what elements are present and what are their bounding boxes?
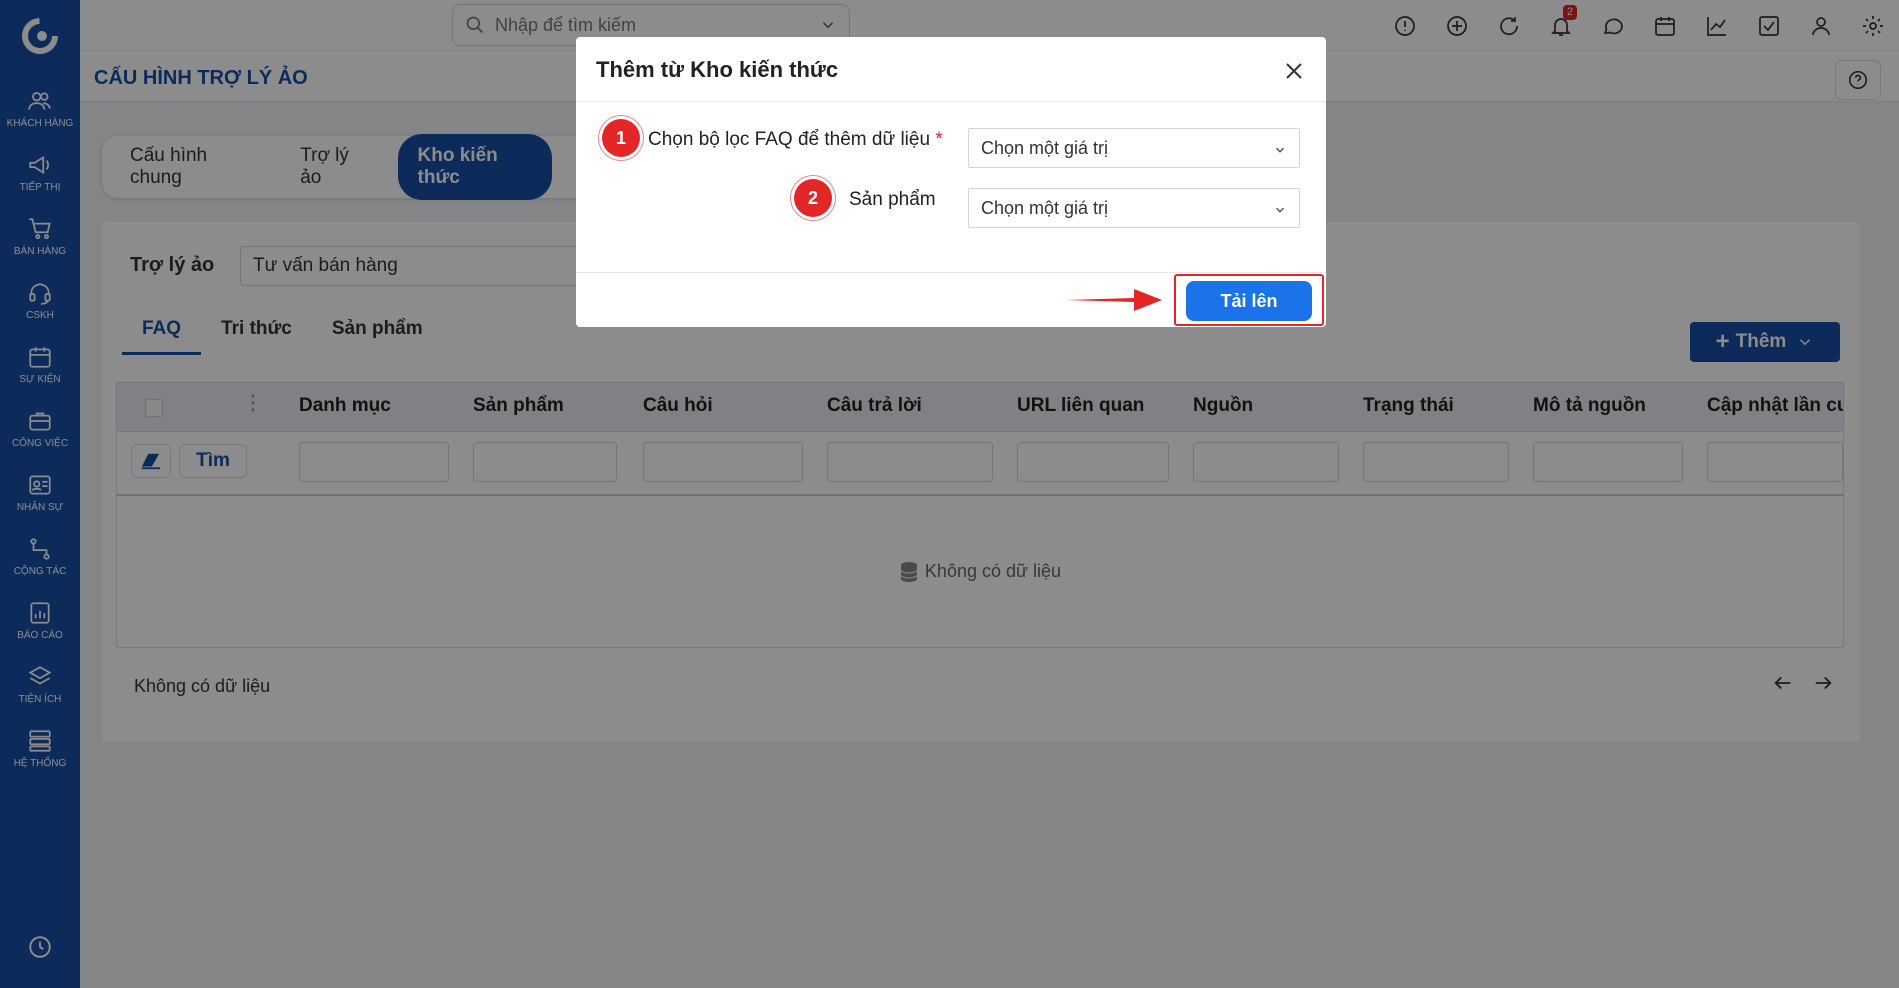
faq-filter-placeholder: Chọn một giá trị — [981, 137, 1109, 158]
modal-divider — [576, 101, 1326, 102]
upload-button[interactable]: Tải lên — [1186, 281, 1312, 321]
faq-filter-label-text: Chọn bộ lọc FAQ để thêm dữ liệu — [648, 129, 931, 150]
faq-filter-label: Chọn bộ lọc FAQ để thêm dữ liệu * — [648, 129, 943, 151]
modal-footer: Tải lên — [576, 272, 1326, 327]
chevron-down-icon — [1275, 207, 1285, 213]
required-mark: * — [935, 129, 943, 150]
product-label: Sản phẩm — [849, 189, 936, 210]
annotation-arrow-icon — [1066, 289, 1162, 311]
product-placeholder: Chọn một giá trị — [981, 197, 1109, 218]
faq-filter-select[interactable]: Chọn một giá trị — [968, 128, 1300, 168]
product-select[interactable]: Chọn một giá trị — [968, 188, 1300, 228]
add-from-knowledge-modal: Thêm từ Kho kiến thức 1 Chọn bộ lọc FAQ … — [576, 37, 1326, 327]
step-marker: 1 — [602, 119, 640, 157]
chevron-down-icon — [1275, 147, 1285, 153]
close-icon[interactable] — [1282, 59, 1306, 83]
modal-title: Thêm từ Kho kiến thức — [596, 57, 839, 82]
step-marker: 2 — [794, 179, 832, 217]
